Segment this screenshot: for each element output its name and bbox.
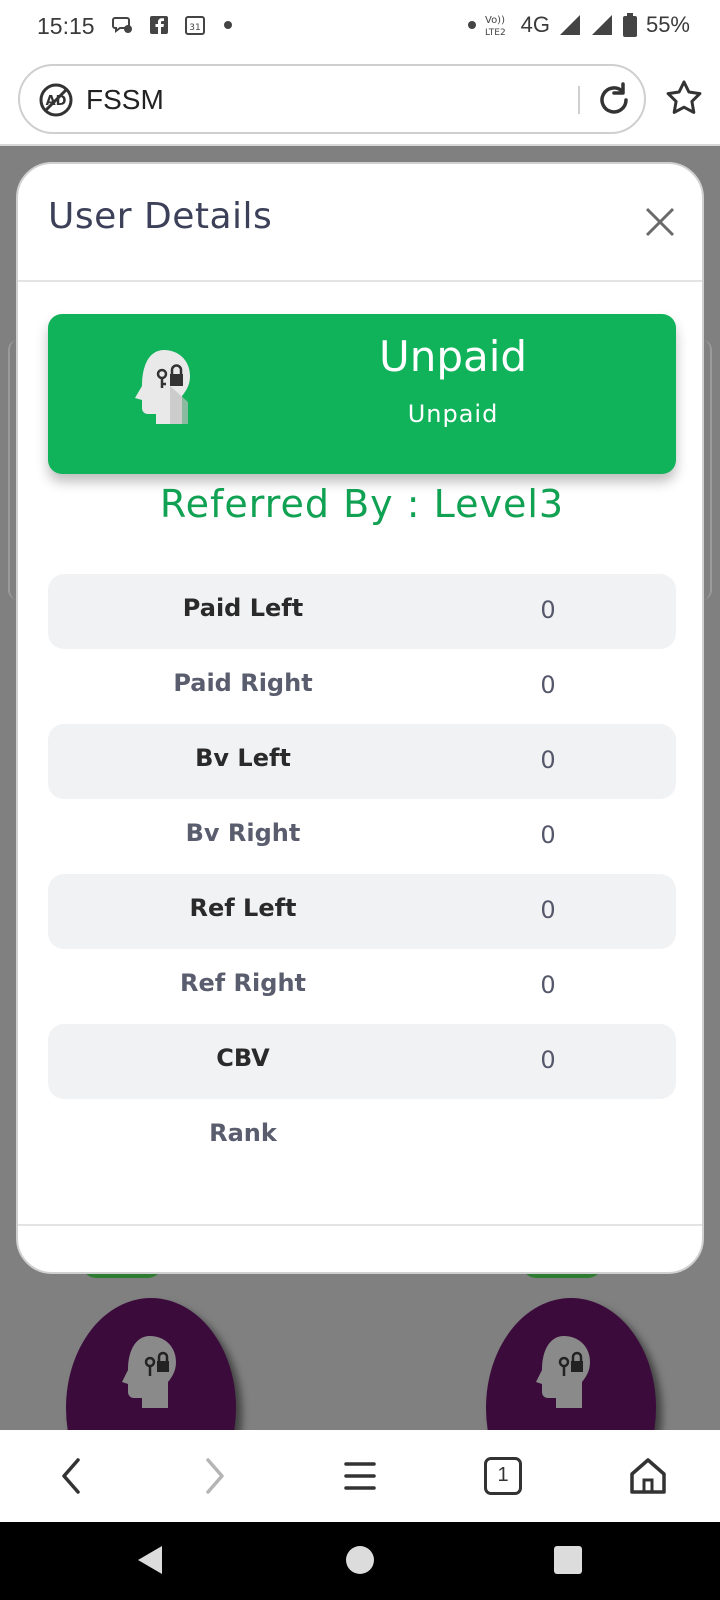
row-label: Ref Left <box>189 894 297 922</box>
table-row: Bv Left 0 <box>48 724 676 799</box>
table-row: Ref Right 0 <box>48 949 676 1024</box>
status-subtitle: Unpaid <box>407 400 499 428</box>
details-table: Paid Left 0 Paid Right 0 Bv Left 0 Bv Ri… <box>48 574 676 1174</box>
status-title: Unpaid <box>378 332 528 381</box>
reload-icon[interactable] <box>594 80 634 120</box>
modal-header: User Details <box>18 164 702 282</box>
table-row: Paid Left 0 <box>48 574 676 649</box>
row-label: Ref Right <box>180 969 306 997</box>
table-row: Paid Right 0 <box>48 649 676 724</box>
table-row: CBV 0 <box>48 1024 676 1099</box>
home-icon[interactable] <box>626 1454 670 1498</box>
row-label: Rank <box>209 1119 277 1147</box>
status-right: Vo)) LTE2 4G 55% <box>467 12 690 38</box>
user-head-icon <box>135 350 190 424</box>
battery-level: 55% <box>645 12 690 37</box>
modal-title: User Details <box>48 196 273 237</box>
row-value: 0 <box>540 671 556 699</box>
row-value: 0 <box>540 896 556 924</box>
row-value: 0 <box>540 971 556 999</box>
row-label: CBV <box>216 1044 270 1072</box>
android-home-icon[interactable] <box>342 1542 378 1578</box>
row-label: Paid Left <box>182 594 304 622</box>
volte-icon: Vo)) LTE2 <box>485 15 506 38</box>
referred-by-text: Referred By : Level3 <box>159 482 565 526</box>
user-head-icon <box>536 1336 590 1408</box>
table-row: Rank <box>48 1099 676 1174</box>
row-label: Paid Right <box>173 669 313 697</box>
svg-text:Vo)): Vo)) <box>485 15 505 26</box>
calendar-icon: 31 <box>185 16 205 35</box>
payment-status-card: Unpaid Unpaid <box>48 314 676 474</box>
user-head-icon <box>122 1336 176 1408</box>
url-text[interactable]: FSSM <box>86 84 164 116</box>
battery-icon <box>622 13 637 37</box>
status-bar: 15:15 31 Vo)) LTE2 4G 55% <box>0 0 720 54</box>
menu-icon[interactable] <box>338 1454 382 1498</box>
back-icon[interactable] <box>50 1454 94 1498</box>
facebook-icon <box>150 16 168 34</box>
browser-bottom-nav: 1 <box>0 1430 720 1522</box>
android-nav-bar <box>0 1522 720 1600</box>
android-back-icon[interactable] <box>132 1542 168 1578</box>
url-bar[interactable]: AD FSSM <box>18 64 646 134</box>
modal-footer-divider <box>18 1224 702 1226</box>
row-value: 0 <box>540 746 556 774</box>
row-value: 0 <box>540 821 556 849</box>
svg-text:LTE2: LTE2 <box>485 28 506 38</box>
close-icon[interactable] <box>644 206 676 238</box>
tab-count: 1 <box>497 1464 509 1486</box>
forward-icon[interactable] <box>192 1454 236 1498</box>
notification-icons: 31 <box>112 14 242 36</box>
dot-icon <box>224 21 232 29</box>
row-value: 0 <box>540 596 556 624</box>
signal-icon <box>559 15 580 35</box>
network-type: 4G <box>520 12 550 37</box>
dot-icon <box>467 21 476 29</box>
star-icon[interactable] <box>664 78 704 118</box>
row-label: Bv Left <box>195 744 291 772</box>
row-label: Bv Right <box>185 819 301 847</box>
status-time: 15:15 <box>37 13 95 39</box>
tabs-icon[interactable]: 1 <box>484 1457 522 1495</box>
android-recents-icon[interactable] <box>550 1542 586 1578</box>
table-row: Bv Right 0 <box>48 799 676 874</box>
chat-icon <box>112 17 132 33</box>
svg-text:31: 31 <box>189 23 200 33</box>
adblock-icon[interactable]: AD <box>38 82 74 118</box>
url-divider <box>578 86 580 114</box>
signal-icon <box>591 15 612 35</box>
browser-toolbar: AD FSSM <box>0 54 720 146</box>
user-details-modal: User Details Unpaid Unpaid Referred By :… <box>16 162 704 1274</box>
table-row: Ref Left 0 <box>48 874 676 949</box>
row-value: 0 <box>540 1046 556 1074</box>
